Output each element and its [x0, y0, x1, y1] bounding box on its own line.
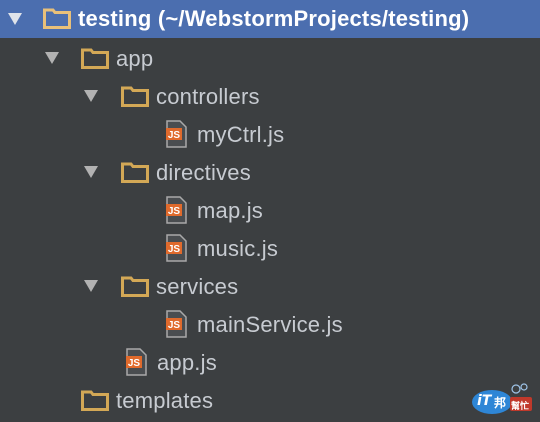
watermark-bang: 邦 — [494, 396, 507, 410]
folder-icon — [121, 86, 149, 107]
triangle-down-icon[interactable] — [84, 166, 98, 178]
tree-row-controllers[interactable]: controllers — [0, 77, 540, 115]
svg-text:JS: JS — [168, 244, 181, 255]
ithelp-watermark-logo: iT 邦 幫忙 — [470, 380, 534, 416]
folder-label-services: services — [156, 274, 239, 299]
project-tree: testing (~/WebstormProjects/testing) app… — [0, 0, 540, 422]
root-folder-name: testing — [78, 6, 152, 31]
tree-row-templates[interactable]: templates — [0, 381, 540, 419]
folder-label-templates: templates — [116, 388, 214, 413]
file-label-music: music.js — [197, 236, 279, 261]
tree-row-app[interactable]: app — [0, 39, 540, 77]
tree-row-services[interactable]: services — [0, 267, 540, 305]
svg-text:JS: JS — [168, 130, 181, 141]
folder-icon — [121, 276, 149, 297]
triangle-down-icon[interactable] — [84, 280, 98, 292]
svg-text:JS: JS — [168, 206, 181, 217]
tree-row-map[interactable]: JS map.js — [0, 191, 540, 229]
file-label-appjs: app.js — [157, 350, 217, 375]
triangle-down-icon[interactable] — [45, 52, 59, 64]
folder-label-controllers: controllers — [156, 84, 260, 109]
tree-row-music[interactable]: JS music.js — [0, 229, 540, 267]
svg-text:JS: JS — [168, 320, 181, 331]
folder-label-directives: directives — [156, 160, 251, 185]
watermark-help: 幫忙 — [511, 402, 530, 412]
file-label-mainservice: mainService.js — [197, 312, 343, 337]
js-file-icon: JS — [166, 196, 187, 224]
tree-row-root[interactable]: testing (~/WebstormProjects/testing) — [0, 0, 540, 38]
folder-icon — [121, 162, 149, 183]
tree-row-myctrl[interactable]: JS myCtrl.js — [0, 115, 540, 153]
js-file-icon: JS — [166, 120, 187, 148]
folder-icon — [81, 48, 109, 69]
tree-row-directives[interactable]: directives — [0, 153, 540, 191]
triangle-down-icon[interactable] — [84, 90, 98, 102]
file-label-map: map.js — [197, 198, 263, 223]
folder-icon — [81, 390, 109, 411]
watermark-it: iT — [477, 393, 492, 409]
folder-label-app: app — [116, 46, 154, 71]
root-folder-path: (~/WebstormProjects/testing) — [157, 6, 470, 31]
js-file-icon: JS — [126, 348, 147, 376]
js-file-icon: JS — [166, 234, 187, 262]
root-label: testing (~/WebstormProjects/testing) — [78, 6, 469, 32]
triangle-down-icon[interactable] — [8, 13, 22, 25]
tree-row-mainservice[interactable]: JS mainService.js — [0, 305, 540, 343]
file-label-myctrl: myCtrl.js — [197, 122, 285, 147]
tree-row-appjs[interactable]: JS app.js — [0, 343, 540, 381]
js-file-icon: JS — [166, 310, 187, 338]
svg-text:JS: JS — [128, 358, 141, 369]
folder-icon — [43, 8, 71, 29]
